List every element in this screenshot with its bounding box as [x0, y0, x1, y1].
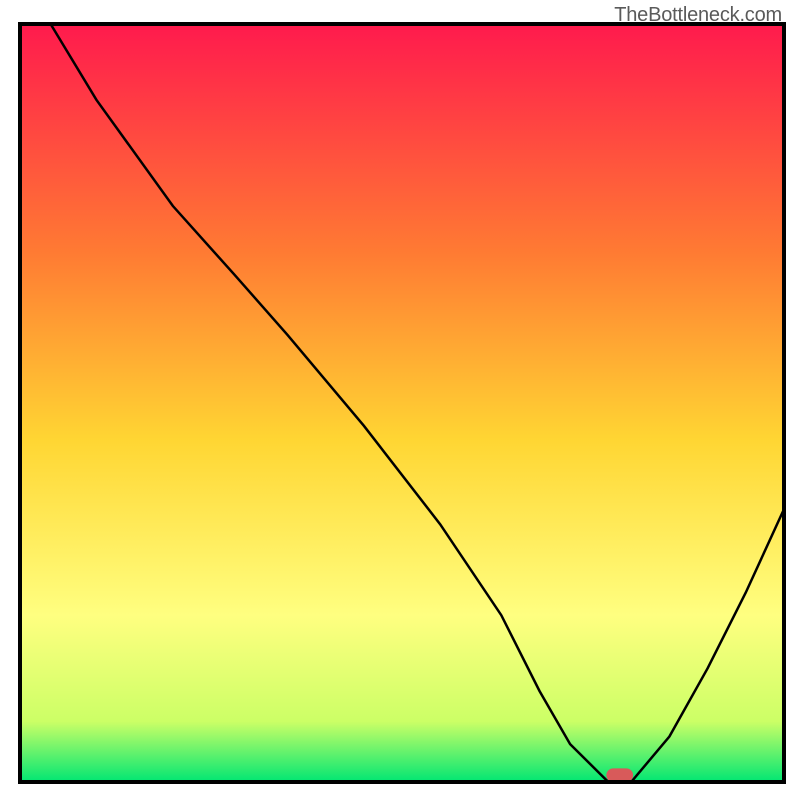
bottleneck-chart	[0, 0, 800, 800]
optimum-marker	[606, 768, 633, 782]
plot-background	[20, 24, 784, 782]
chart-svg	[0, 0, 800, 800]
